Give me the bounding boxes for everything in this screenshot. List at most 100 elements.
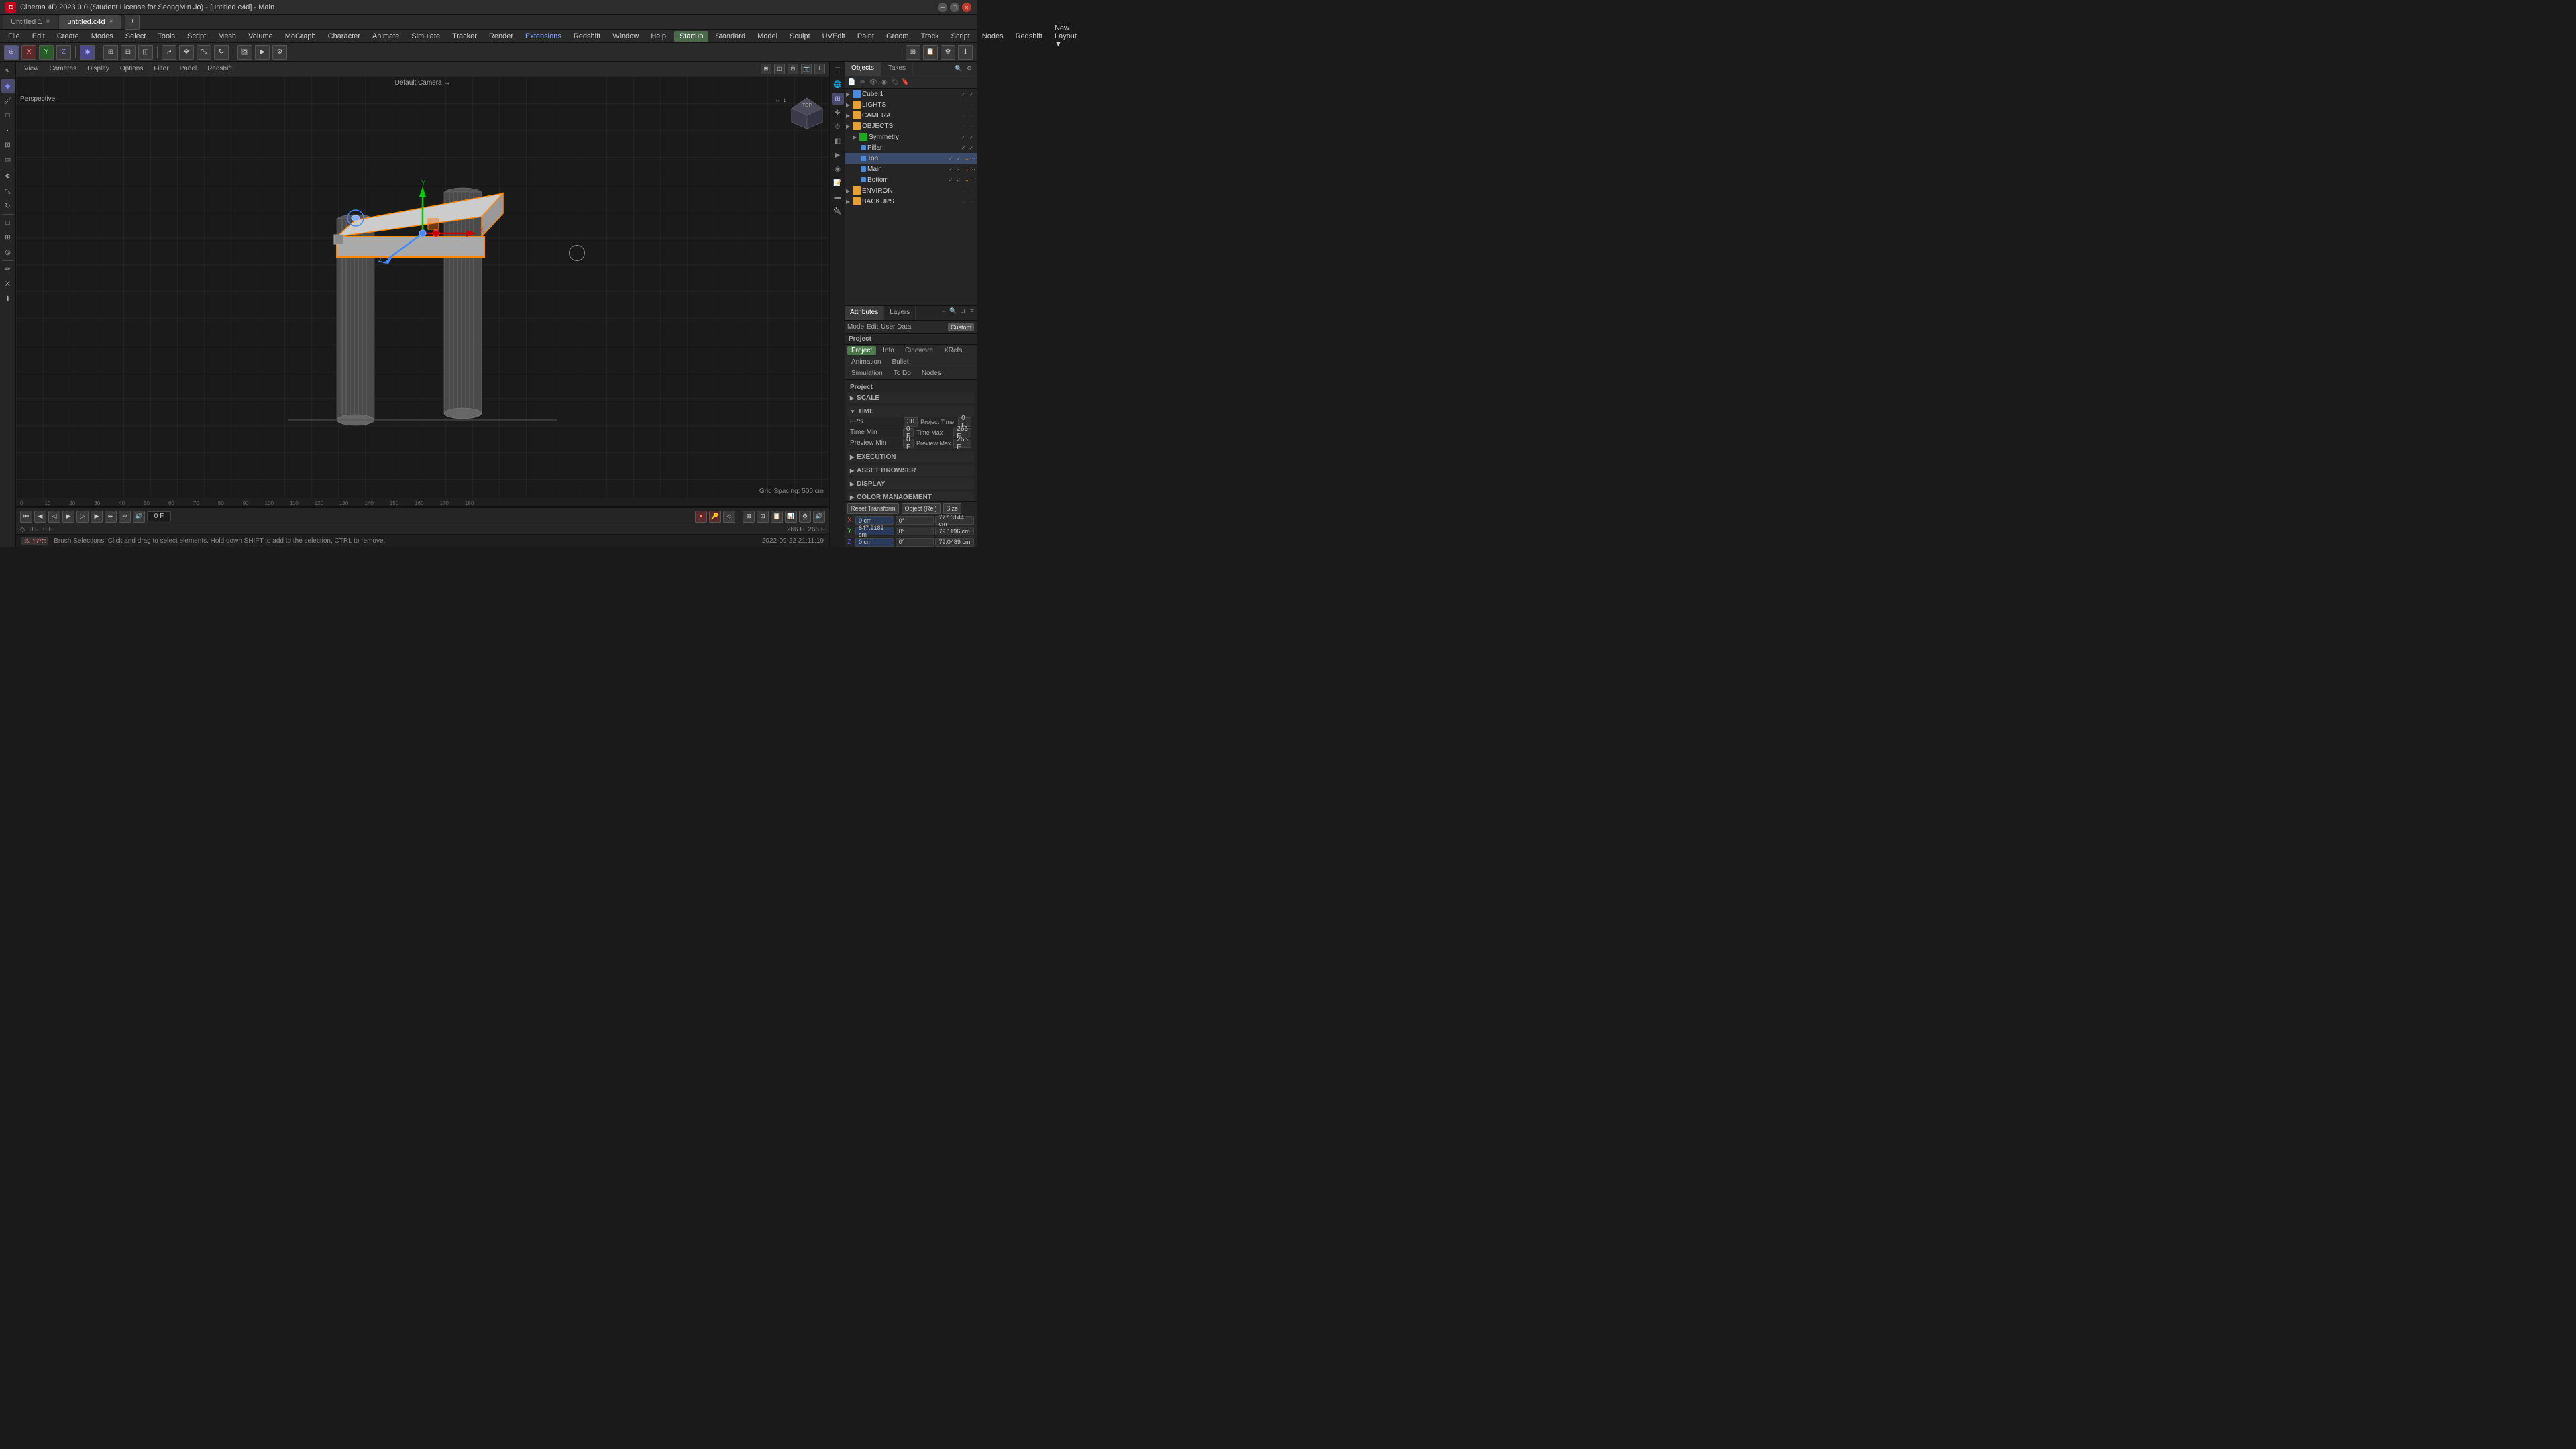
tl-key-sel[interactable]: ⬦ (723, 511, 735, 523)
tool-model[interactable]: ◉ (80, 45, 95, 60)
obj-bottom[interactable]: Bottom ✓ ✓ → ··· (845, 174, 977, 185)
obj-top-vis[interactable]: ✓ (947, 154, 955, 162)
sidebar-paint[interactable]: ✏ (1, 262, 15, 276)
tl-mode5[interactable]: ⚙ (799, 511, 811, 523)
sidebar-points[interactable]: · (1, 123, 15, 137)
x-rot-value[interactable]: 0° (896, 516, 934, 525)
r-icon-timeline[interactable]: ⏱ (832, 121, 844, 133)
attrs-back[interactable]: ← (939, 306, 949, 315)
tb-extra-4[interactable]: ℹ (958, 45, 973, 60)
attrs-time-header[interactable]: TIME (847, 406, 974, 417)
scale-btn[interactable]: ⤡ (197, 45, 211, 60)
r-icon-scene[interactable]: 🌐 (832, 78, 844, 91)
menu-create[interactable]: Create (52, 31, 85, 42)
sidebar-sculpt[interactable]: 🖌 (1, 94, 15, 107)
render-settings-btn[interactable]: ⚙ (272, 45, 287, 60)
obj-top[interactable]: Top ✓ ✓ → ··· (845, 153, 977, 164)
cam-btn[interactable]: ◫ (138, 45, 153, 60)
sidebar-texture[interactable]: □ (1, 109, 15, 122)
vp-btn3[interactable]: ⊡ (788, 64, 798, 74)
tab-close-1[interactable]: × (109, 18, 113, 25)
workspace-sculpt[interactable]: Sculpt (784, 31, 816, 42)
vp-btn1[interactable]: ⊞ (761, 64, 771, 74)
tl-auto-key[interactable]: 🔑 (709, 511, 721, 523)
obj-backups[interactable]: ▶ BACKUPS · · (845, 196, 977, 207)
workspace-redshift[interactable]: Redshift (1010, 31, 1048, 42)
snap-btn[interactable]: ⊞ (103, 45, 118, 60)
sidebar-knife[interactable]: ⚔ (1, 277, 15, 290)
attrs-assetbrowser-header[interactable]: ASSET BROWSER (847, 465, 974, 476)
r-icon-objects[interactable]: ☰ (832, 64, 844, 76)
menu-edit[interactable]: Edit (27, 31, 50, 42)
workspace-uvedit[interactable]: UVEdit (817, 31, 851, 42)
subtab-todo[interactable]: To Do (890, 369, 915, 378)
r-icon-coords[interactable]: ✥ (832, 107, 844, 119)
obj-bottom-lock[interactable]: ✓ (955, 176, 963, 184)
vp-redshift[interactable]: Redshift (203, 64, 236, 74)
attrs-colormgmt-header[interactable]: COLOR MANAGEMENT (847, 492, 974, 501)
render-btn[interactable]: ▶ (255, 45, 270, 60)
menu-animate[interactable]: Animate (367, 31, 405, 42)
y-size-value[interactable]: 79.1196 cm (935, 527, 974, 535)
tl-mode6[interactable]: 🔊 (813, 511, 825, 523)
tl-prev-frame[interactable]: ◀ (34, 511, 46, 523)
attrs-execution-header[interactable]: EXECUTION (847, 451, 974, 462)
tool-z[interactable]: Z (56, 45, 71, 60)
menu-extensions[interactable]: Extensions (520, 31, 567, 42)
r-icon-plugins[interactable]: 🔌 (832, 205, 844, 217)
viewport-area[interactable]: Default Camera → Perspective (16, 76, 829, 498)
obj-environ[interactable]: ▶ ENVIRON · · (845, 185, 977, 196)
menu-mograph[interactable]: MoGraph (280, 31, 321, 42)
tb-extra-3[interactable]: ⚙ (941, 45, 955, 60)
obj-bottom-vis[interactable]: ✓ (947, 176, 955, 184)
nav-arrow-y[interactable]: ↕ (783, 97, 786, 104)
z-size-value[interactable]: 79.0489 cm (935, 538, 974, 547)
menu-tools[interactable]: Tools (152, 31, 180, 42)
obj-top-lock[interactable]: ✓ (955, 154, 963, 162)
r-icon-layers[interactable]: ◧ (832, 135, 844, 147)
subtab-cineware[interactable]: Cineware (901, 346, 937, 355)
tool-move[interactable]: ⊕ (4, 45, 19, 60)
tl-mode3[interactable]: 📋 (771, 511, 783, 523)
nav-cube[interactable]: TOP (790, 97, 824, 130)
sidebar-rotate[interactable]: ↻ (1, 199, 15, 213)
attrs-edit-tab[interactable]: Edit (867, 323, 878, 331)
vp-btn5[interactable]: ℹ (814, 64, 825, 74)
obj-symmetry-vis[interactable]: ✓ (959, 133, 967, 141)
obj-symmetry-lock[interactable]: ✓ (967, 133, 975, 141)
tl-sound[interactable]: 🔊 (133, 511, 145, 523)
sidebar-edges[interactable]: ⊡ (1, 138, 15, 152)
obj-file-icon[interactable]: 📄 (847, 78, 857, 87)
menu-window[interactable]: Window (607, 31, 644, 42)
sidebar-model[interactable]: ◆ (1, 79, 15, 93)
prevmin-value[interactable]: 0 F (903, 439, 914, 448)
tl-end[interactable]: ⏭ (105, 511, 117, 523)
reset-transform-btn[interactable]: Reset Transform (847, 503, 899, 514)
vp-cameras[interactable]: Cameras (46, 64, 81, 74)
new-tab-button[interactable]: + (125, 15, 140, 30)
workspace-startup[interactable]: Startup (674, 31, 708, 42)
menu-select[interactable]: Select (120, 31, 152, 42)
tb-extra-2[interactable]: 📋 (923, 45, 938, 60)
subtab-info[interactable]: Info (879, 346, 898, 355)
obj-camera[interactable]: ▶ CAMERA · · (845, 110, 977, 121)
grid-btn[interactable]: ⊟ (121, 45, 136, 60)
sidebar-extrude[interactable]: ⬆ (1, 292, 15, 305)
obj-pillar-vis[interactable]: ✓ (959, 144, 967, 152)
z-rot-value[interactable]: 0° (896, 538, 934, 547)
r-icon-attrs[interactable]: ⊞ (832, 93, 844, 105)
obj-pillar-lock[interactable]: ✓ (967, 144, 975, 152)
workspace-track[interactable]: Track (916, 31, 945, 42)
size-btn[interactable]: Size (943, 503, 962, 514)
z-pos-value[interactable]: 0 cm (855, 538, 894, 547)
tab-untitled-c4d[interactable]: untitled.c4d × (59, 15, 121, 29)
attrs-mode-tab[interactable]: Mode (847, 323, 864, 331)
obj-main-vis[interactable]: ✓ (947, 165, 955, 173)
y-rot-value[interactable]: 0° (896, 527, 934, 535)
subtab-simulation[interactable]: Simulation (847, 369, 887, 378)
tl-mode1[interactable]: ⊞ (743, 511, 755, 523)
obj-view-icon[interactable]: 👁 (869, 78, 878, 87)
menu-file[interactable]: File (3, 31, 25, 42)
obj-cube1[interactable]: ▶ Cube.1 ✓ ✓ (845, 89, 977, 99)
menu-help[interactable]: Help (645, 31, 672, 42)
